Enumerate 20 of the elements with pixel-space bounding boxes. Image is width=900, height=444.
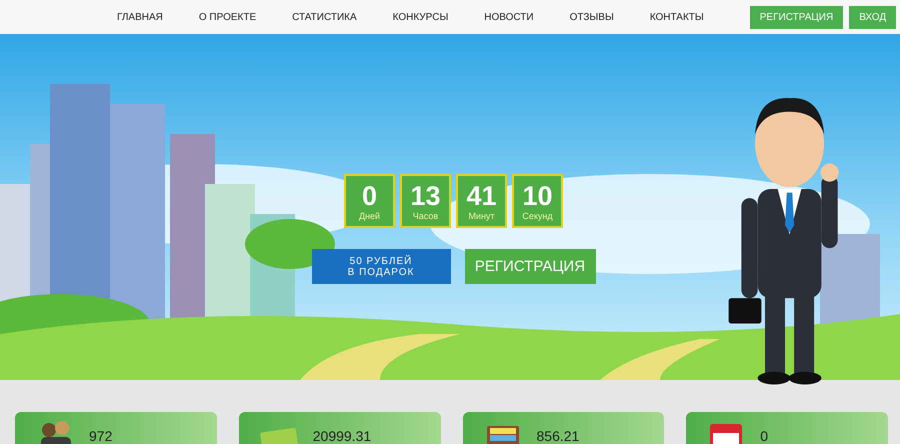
countdown-number: 13 [410, 181, 441, 211]
bonus-button[interactable]: 50 РУБЛЕЙ В ПОДАРОК [312, 249, 450, 284]
nav-link[interactable]: О ПРОЕКТЕ [198, 12, 256, 22]
nav-link[interactable]: НОВОСТИ [484, 12, 534, 22]
nav-link[interactable]: КОНТАКТЫ [650, 12, 704, 22]
countdown-number: 41 [466, 181, 497, 211]
countdown-unit: Часов [412, 211, 438, 221]
countdown-number: 10 [522, 181, 553, 211]
countdown-unit: Минут [468, 211, 495, 221]
stat-value: 972 [89, 428, 112, 444]
stat-value: 856.21 [536, 428, 580, 444]
nav-link[interactable]: ГЛАВНАЯ [117, 12, 163, 22]
nav-link[interactable]: СТАТИСТИКА [292, 12, 357, 22]
nav-link[interactable]: КОНКУРСЫ [392, 12, 448, 22]
countdown-unit: Дней [358, 211, 380, 221]
nav-link[interactable]: ОТЗЫВЫ [570, 12, 614, 22]
countdown-number: 0 [362, 181, 378, 211]
countdown-unit: Секунд [522, 211, 553, 221]
stat-value: 20999.31 [312, 428, 372, 444]
stat-value: 0 [760, 428, 768, 444]
